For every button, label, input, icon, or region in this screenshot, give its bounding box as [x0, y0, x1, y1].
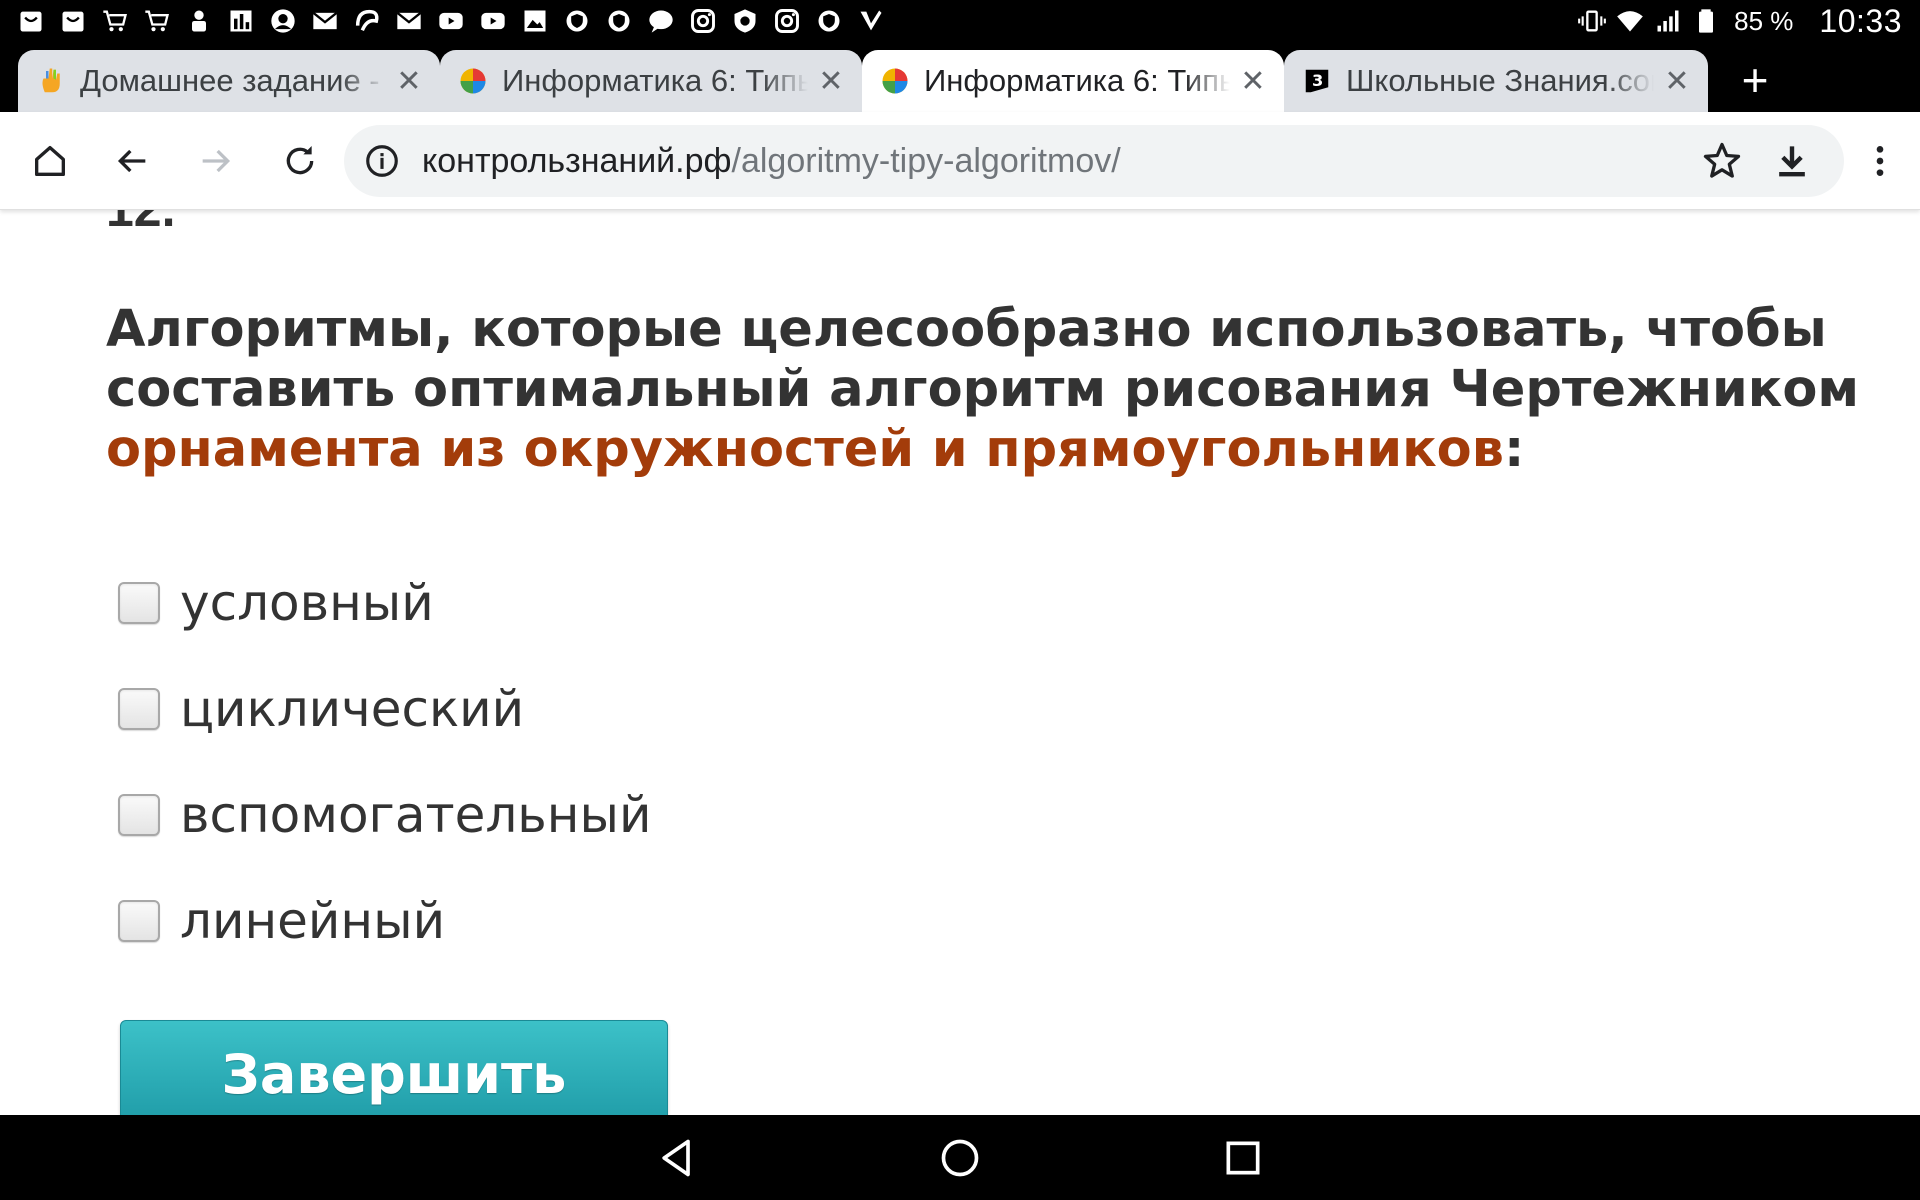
vibrate-icon — [1578, 10, 1607, 32]
finish-button[interactable]: Завершить — [120, 1020, 668, 1115]
swirl-icon — [352, 6, 382, 36]
reload-button[interactable] — [276, 137, 324, 185]
info-icon[interactable] — [360, 139, 404, 183]
cart-icon — [100, 6, 130, 36]
tab-strip: Домашнее задание - ✕ Информатика 6: Типы… — [0, 42, 1920, 112]
forward-button[interactable] — [192, 137, 240, 185]
tab-informatika-active[interactable]: Информатика 6: Типы ✕ — [862, 50, 1284, 112]
tab-title: Школьные Знания.com — [1346, 63, 1654, 98]
tab-title: Домашнее задание - — [80, 63, 380, 98]
tab-znania[interactable]: 3 Школьные Знания.com ✕ — [1284, 50, 1708, 112]
colorful-ball-icon — [458, 66, 488, 96]
shield-icon — [814, 6, 844, 36]
hand-icon — [36, 66, 66, 96]
url-text[interactable]: контрользнаний.рф/algoritmy-tipy-algorit… — [422, 142, 1121, 181]
home-icon — [35, 146, 65, 176]
download-icon[interactable] — [1770, 139, 1814, 183]
tab-title: Информатика 6: Типы — [924, 63, 1230, 98]
checkbox[interactable] — [118, 794, 160, 836]
triangle-back-icon — [662, 1139, 690, 1177]
answer-options: условный циклический вспомогательный лин… — [118, 550, 651, 974]
notification-icons — [0, 6, 886, 36]
shield-icon — [730, 6, 760, 36]
bag-icon — [58, 6, 88, 36]
wifi-icon — [1617, 11, 1643, 32]
browser-toolbar: контрользнаний.рф/algoritmy-tipy-algorit… — [0, 112, 1920, 210]
tab-informatika-1[interactable]: Информатика 6: Типы ✕ — [440, 50, 862, 112]
option-label[interactable]: линейный — [180, 892, 445, 950]
instagram-icon — [772, 6, 802, 36]
nav-back-button[interactable] — [652, 1133, 702, 1183]
instagram-icon — [688, 6, 718, 36]
avatar-icon — [268, 6, 298, 36]
option-lineyny[interactable]: линейный — [118, 868, 651, 974]
checkbox[interactable] — [118, 900, 160, 942]
cart-icon — [142, 6, 172, 36]
battery-percent: 85 % — [1734, 5, 1794, 36]
nav-recents-button[interactable] — [1218, 1133, 1268, 1183]
clock: 10:33 — [1819, 2, 1902, 39]
chart-icon — [226, 6, 256, 36]
z-logo-icon: 3 — [1302, 66, 1332, 96]
chat-icon — [646, 6, 676, 36]
more-vert-icon — [1876, 146, 1884, 176]
option-label[interactable]: вспомогательный — [180, 786, 651, 844]
robot-icon — [184, 6, 214, 36]
close-icon[interactable]: ✕ — [394, 65, 424, 98]
checkbox[interactable] — [118, 582, 160, 624]
colorful-ball-icon — [880, 66, 910, 96]
bag-icon — [16, 6, 46, 36]
image-icon — [520, 6, 550, 36]
question-end: : — [1504, 420, 1525, 479]
option-vspomogatelny[interactable]: вспомогательный — [118, 762, 651, 868]
address-bar[interactable]: контрользнаний.рф/algoritmy-tipy-algorit… — [344, 125, 1844, 197]
mail-icon — [394, 6, 424, 36]
signal-icon — [1657, 10, 1679, 32]
page-content: 12. Алгоритмы, которые целесообразно исп… — [0, 210, 1920, 1115]
checkbox[interactable] — [118, 688, 160, 730]
menu-button[interactable] — [1856, 137, 1904, 185]
shield-icon — [604, 6, 634, 36]
new-tab-button[interactable]: + — [1733, 57, 1777, 103]
status-bar: 85 % 10:33 — [0, 0, 1920, 42]
navigation-bar — [0, 1115, 1920, 1200]
tab-homework[interactable]: Домашнее задание - ✕ — [18, 50, 440, 112]
question-number: 12. — [106, 210, 176, 238]
youtube-icon — [478, 6, 508, 36]
forward-arrow-icon — [202, 149, 231, 173]
option-uslovny[interactable]: условный — [118, 550, 651, 656]
question-text: Алгоритмы, которые целесообразно использ… — [106, 300, 1906, 480]
bookmark-star-icon[interactable] — [1700, 139, 1744, 183]
back-arrow-icon — [117, 149, 146, 173]
square-recents-icon — [1226, 1141, 1260, 1175]
option-label[interactable]: условный — [180, 574, 434, 632]
svg-text:3: 3 — [1312, 71, 1323, 90]
question-plain: Алгоритмы, которые целесообразно использ… — [106, 300, 1860, 419]
question-highlight: орнамента из окружностей и прямоугольник… — [106, 420, 1504, 479]
mail-icon — [310, 6, 340, 36]
circle-home-icon — [941, 1139, 979, 1177]
nav-home-button[interactable] — [935, 1133, 985, 1183]
tab-title: Информатика 6: Типы — [502, 63, 808, 98]
url-path: /algoritmy-tipy-algoritmov/ — [731, 141, 1121, 180]
option-ciklichesky[interactable]: циклический — [118, 656, 651, 762]
shield-icon — [562, 6, 592, 36]
close-icon[interactable]: ✕ — [1662, 65, 1692, 98]
back-button[interactable] — [108, 137, 156, 185]
system-status: 85 % 10:33 — [1578, 0, 1902, 42]
close-icon[interactable]: ✕ — [1238, 65, 1268, 98]
option-label[interactable]: циклический — [180, 680, 524, 738]
reload-icon — [286, 146, 314, 175]
url-domain: контрользнаний.рф — [422, 141, 732, 180]
battery-icon — [1699, 9, 1714, 33]
close-icon[interactable]: ✕ — [816, 65, 846, 98]
home-button[interactable] — [26, 137, 74, 185]
check-icon — [856, 6, 886, 36]
youtube-icon — [436, 6, 466, 36]
